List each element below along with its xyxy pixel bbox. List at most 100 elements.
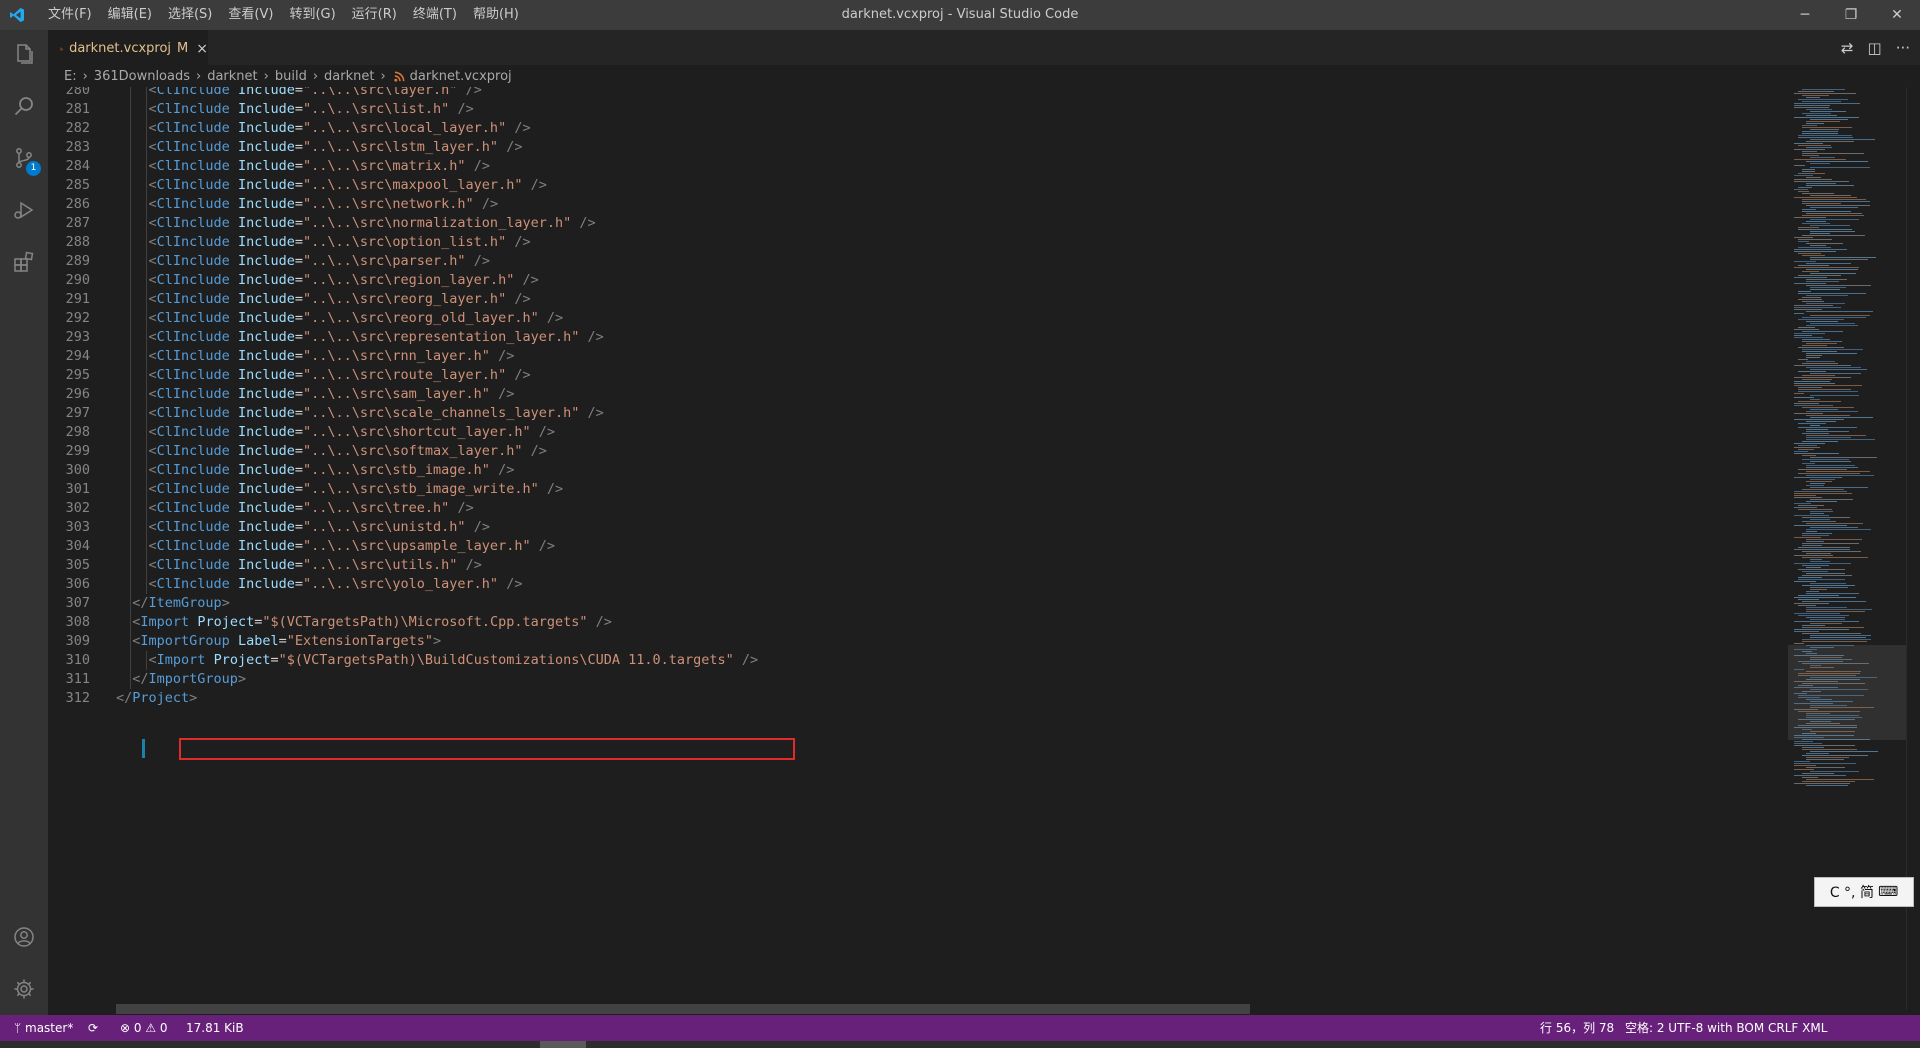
menu-edit[interactable]: 编辑(E) [100, 0, 160, 30]
xml-bracket: /> [506, 291, 531, 307]
menu-view[interactable]: 查看(V) [220, 0, 281, 30]
code-line[interactable]: 306 <ClInclude Include="..\..\src\yolo_l… [48, 575, 1788, 594]
code-line[interactable]: 304 <ClInclude Include="..\..\src\upsamp… [48, 537, 1788, 556]
code-line[interactable]: 294 <ClInclude Include="..\..\src\rnn_la… [48, 347, 1788, 366]
minimap-line [1806, 481, 1832, 482]
code-line[interactable]: 297 <ClInclude Include="..\..\src\scale_… [48, 404, 1788, 423]
problems-status[interactable]: ⊗ 0 ⚠ 0 [120, 1015, 168, 1041]
breadcrumb-item[interactable]: 361Downloads [94, 69, 190, 84]
minimap-line [1806, 523, 1863, 524]
code-line[interactable]: 305 <ClInclude Include="..\..\src\utils.… [48, 556, 1788, 575]
minimap-line [1806, 325, 1858, 326]
close-window-button[interactable]: ✕ [1874, 0, 1920, 30]
code-line[interactable]: 303 <ClInclude Include="..\..\src\unistd… [48, 518, 1788, 537]
run-debug-icon[interactable] [0, 186, 48, 234]
menu-terminal[interactable]: 终端(T) [405, 0, 465, 30]
minimize-button[interactable]: ─ [1782, 0, 1828, 30]
breadcrumb-item[interactable]: darknet [324, 69, 374, 84]
menu-run[interactable]: 运行(R) [344, 0, 405, 30]
code-line[interactable]: 288 <ClInclude Include="..\..\src\option… [48, 233, 1788, 252]
xml-bracket: < [148, 500, 157, 516]
editor-status-right[interactable]: 空格: 2 UTF-8 with BOM CRLF XML [1625, 1015, 1827, 1041]
explorer-icon[interactable] [0, 30, 48, 78]
minimap-line [1802, 199, 1866, 200]
code-line[interactable]: 309 <ImportGroup Label="ExtensionTargets… [48, 632, 1788, 651]
menu-selection[interactable]: 选择(S) [160, 0, 220, 30]
code-text: <ClInclude Include="..\..\src\maxpool_la… [148, 177, 547, 193]
horizontal-scrollbar[interactable] [116, 1004, 1250, 1014]
code-line[interactable]: 290 <ClInclude Include="..\..\src\region… [48, 271, 1788, 290]
code-line[interactable]: 298 <ClInclude Include="..\..\src\shortc… [48, 423, 1788, 442]
more-actions-icon[interactable]: ··· [1896, 39, 1910, 57]
code-line[interactable]: 299 <ClInclude Include="..\..\src\softma… [48, 442, 1788, 461]
code-line[interactable]: 296 <ClInclude Include="..\..\src\sam_la… [48, 385, 1788, 404]
breadcrumb-item[interactable]: darknet.vcxproj [410, 69, 512, 84]
ime-toolbar[interactable]: C °, 简 ⌨ [1814, 877, 1914, 907]
code-line[interactable]: 291 <ClInclude Include="..\..\src\reorg_… [48, 290, 1788, 309]
minimap-line [1802, 641, 1867, 642]
bottom-scroll-thumb[interactable] [540, 1041, 586, 1048]
code-line[interactable]: 285 <ClInclude Include="..\..\src\maxpoo… [48, 176, 1788, 195]
minimap-line [1802, 341, 1842, 342]
code-line[interactable]: 310 <Import Project="$(VCTargetsPath)\Bu… [48, 651, 1788, 670]
code-line[interactable]: 292 <ClInclude Include="..\..\src\reorg_… [48, 309, 1788, 328]
branch-status[interactable]: ᛘ master* [14, 1015, 73, 1041]
minimap-line [1794, 581, 1816, 582]
extensions-icon[interactable] [0, 238, 48, 286]
code-text: <ClInclude Include="..\..\src\option_lis… [148, 234, 531, 250]
minimap-line [1806, 785, 1848, 786]
tab-darknet-vcxproj[interactable]: darknet.vcxproj M × [48, 30, 208, 66]
menu-go[interactable]: 转到(G) [281, 0, 343, 30]
breadcrumb-item[interactable]: E: [64, 69, 77, 84]
code-line[interactable]: 301 <ClInclude Include="..\..\src\stb_im… [48, 480, 1788, 499]
vertical-scrollbar[interactable] [1906, 87, 1920, 1010]
rss-file-icon [394, 71, 405, 82]
breadcrumb-item[interactable]: build [275, 69, 307, 84]
code-line[interactable]: 311 </ImportGroup> [48, 670, 1788, 689]
code-line[interactable]: 281 <ClInclude Include="..\..\src\list.h… [48, 100, 1788, 119]
code-line[interactable]: 295 <ClInclude Include="..\..\src\route_… [48, 366, 1788, 385]
code-line[interactable]: 307 </ItemGroup> [48, 594, 1788, 613]
code-line[interactable]: 283 <ClInclude Include="..\..\src\lstm_l… [48, 138, 1788, 157]
status-bar: ᛘ master* ⟳ ⊗ 0 ⚠ 0 17.81 KiB 行 56，列 78 … [0, 1015, 1920, 1041]
code-line[interactable]: 302 <ClInclude Include="..\..\src\tree.h… [48, 499, 1788, 518]
minimap-line [1806, 501, 1837, 502]
xml-value: "..\..\src\list.h" [303, 101, 450, 117]
code-line[interactable]: 286 <ClInclude Include="..\..\src\networ… [48, 195, 1788, 214]
xml-tag: ClInclude [156, 272, 230, 288]
code-line[interactable]: 300 <ClInclude Include="..\..\src\stb_im… [48, 461, 1788, 480]
breadcrumb-item[interactable]: darknet [207, 69, 257, 84]
code-line[interactable]: 284 <ClInclude Include="..\..\src\matrix… [48, 157, 1788, 176]
open-changes-icon[interactable]: ⇄ [1841, 39, 1854, 57]
code-text: <ClInclude Include="..\..\src\sam_layer.… [148, 386, 515, 402]
cursor-position[interactable]: 行 56，列 78 [1540, 1015, 1614, 1041]
keyboard-icon[interactable]: ⌨ [1878, 884, 1898, 900]
minimap-line [1802, 301, 1824, 302]
code-line[interactable]: 293 <ClInclude Include="..\..\src\repres… [48, 328, 1788, 347]
accounts-icon[interactable] [0, 913, 48, 961]
settings-gear-icon[interactable] [0, 965, 48, 1013]
code-line[interactable]: 308 <Import Project="$(VCTargetsPath)\Mi… [48, 613, 1788, 632]
menu-help[interactable]: 帮助(H) [465, 0, 527, 30]
restore-button[interactable]: ❐ [1828, 0, 1874, 30]
sync-icon[interactable]: ⟳ [88, 1015, 98, 1041]
minimap-line [1806, 593, 1859, 594]
minimap-line [1810, 167, 1870, 168]
code-line[interactable]: 282 <ClInclude Include="..\..\src\local_… [48, 119, 1788, 138]
minimap-line [1802, 433, 1829, 434]
source-control-icon[interactable]: 1 [0, 134, 48, 182]
code-line[interactable]: 287 <ClInclude Include="..\..\src\normal… [48, 214, 1788, 233]
close-tab-icon[interactable]: × [196, 41, 208, 57]
split-editor-icon[interactable]: ◫ [1868, 39, 1882, 57]
code-editor[interactable]: 280 <ClInclude Include="..\..\src\layer.… [48, 87, 1788, 1010]
search-icon[interactable] [0, 82, 48, 130]
minimap-slider[interactable] [1788, 645, 1906, 740]
code-line[interactable]: 289 <ClInclude Include="..\..\src\parser… [48, 252, 1788, 271]
xml-value: "..\..\src\unistd.h" [303, 519, 466, 535]
minimap[interactable] [1788, 87, 1906, 1010]
code-line[interactable]: 312 </Project> [48, 689, 1788, 708]
vscode-logo-icon[interactable] [9, 7, 25, 23]
code-line[interactable]: 280 <ClInclude Include="..\..\src\layer.… [48, 87, 1788, 100]
menu-file[interactable]: 文件(F) [40, 0, 100, 30]
minimap-line [1810, 207, 1858, 208]
